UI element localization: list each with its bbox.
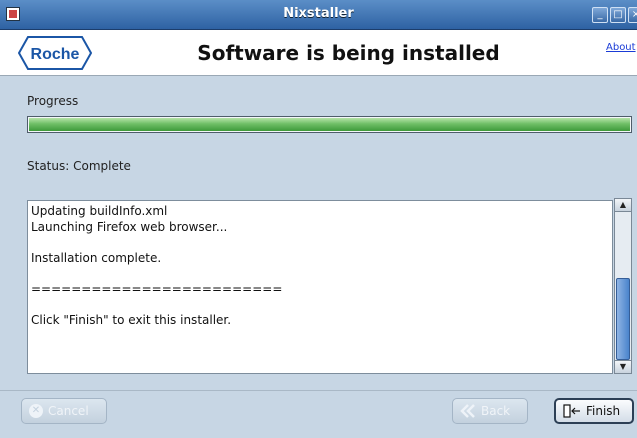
back-arrow-icon xyxy=(460,404,475,418)
log-line: Launching Firefox web browser... xyxy=(31,219,228,234)
progress-fill xyxy=(29,118,630,131)
cancel-label: Cancel xyxy=(48,404,89,418)
window-title: Nixstaller xyxy=(283,6,354,21)
minimize-icon[interactable]: _ xyxy=(592,7,608,23)
exit-door-icon xyxy=(563,404,580,418)
title-bar[interactable]: Nixstaller _ □ × xyxy=(0,0,637,30)
maximize-icon[interactable]: □ xyxy=(610,7,626,23)
scroll-thumb[interactable] xyxy=(616,278,630,360)
progress-label: Progress xyxy=(27,94,79,108)
scroll-down-icon[interactable]: ▼ xyxy=(614,360,632,374)
back-button[interactable]: Back xyxy=(452,398,528,424)
log-line: Updating buildInfo.xml xyxy=(31,204,168,218)
log-line: ========================= xyxy=(31,281,283,296)
cancel-icon: ✕ xyxy=(29,404,43,418)
header-banner: Roche Software is being installed About xyxy=(0,30,637,76)
log-output[interactable]: Updating buildInfo.xml Launching Firefox … xyxy=(27,200,613,374)
finish-label: Finish xyxy=(586,404,621,418)
scroll-up-icon[interactable]: ▲ xyxy=(614,198,632,212)
close-icon[interactable]: × xyxy=(628,7,637,23)
cancel-button[interactable]: ✕ Cancel xyxy=(21,398,107,424)
log-line: Click "Finish" to exit this installer. xyxy=(31,312,232,327)
about-link[interactable]: About xyxy=(606,42,636,53)
log-line: Installation complete. xyxy=(31,250,162,265)
finish-button[interactable]: Finish xyxy=(554,398,634,424)
status-text: Status: Complete xyxy=(27,159,131,173)
scroll-track[interactable] xyxy=(614,212,632,360)
back-label: Back xyxy=(481,404,511,418)
log-scrollbar[interactable]: ▲ ▼ xyxy=(614,198,632,374)
progress-bar xyxy=(27,116,632,133)
page-title: Software is being installed xyxy=(197,41,500,65)
